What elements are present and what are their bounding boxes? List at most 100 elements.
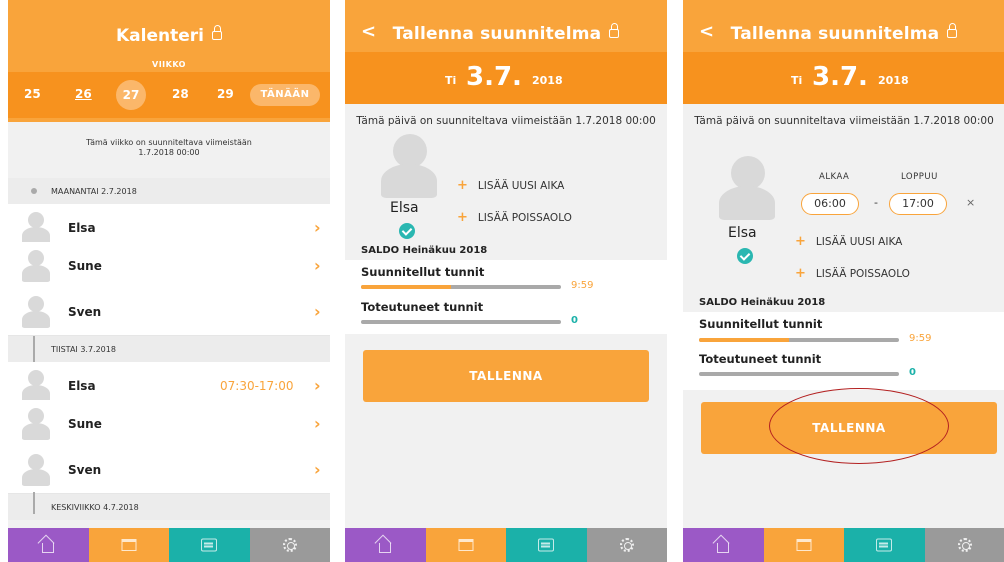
planned-hours-value: 9:59 bbox=[571, 280, 594, 291]
today-button[interactable]: TÄNÄÄN bbox=[250, 84, 320, 106]
nav-home[interactable] bbox=[8, 528, 89, 562]
chevron-right-icon: › bbox=[314, 256, 321, 275]
page-title: Tallenna suunnitelma bbox=[345, 22, 667, 44]
avatar bbox=[22, 454, 50, 486]
time-separator: - bbox=[874, 196, 878, 209]
actual-hours-label: Toteutuneet tunnit bbox=[699, 352, 822, 366]
nav-settings[interactable] bbox=[249, 528, 330, 562]
save-button[interactable]: TALLENNA bbox=[363, 350, 649, 402]
start-label: ALKAA bbox=[819, 172, 850, 182]
planned-hours-fill bbox=[699, 338, 789, 342]
message-icon bbox=[201, 538, 218, 552]
day-header: MAANANTAI 2.7.2018 bbox=[8, 178, 330, 204]
calendar-icon bbox=[121, 539, 137, 551]
avatar bbox=[381, 134, 437, 198]
nav-messages[interactable] bbox=[844, 528, 925, 562]
start-time-input[interactable]: 06:00 bbox=[801, 193, 859, 215]
gear-icon bbox=[282, 538, 297, 552]
year: 2018 bbox=[878, 74, 909, 87]
weekday: Ti bbox=[445, 74, 457, 87]
actual-hours-label: Toteutuneet tunnit bbox=[361, 300, 484, 314]
nav-messages[interactable] bbox=[169, 528, 250, 562]
add-time-button[interactable]: + LISÄÄ UUSI AIKA bbox=[457, 178, 564, 193]
planned-hours-bar bbox=[699, 338, 899, 342]
employee-name: Elsa bbox=[728, 225, 757, 241]
employee-name: Sven bbox=[68, 305, 102, 319]
shift-time: 07:30-17:00 bbox=[220, 379, 294, 393]
week-day-27[interactable]: 27 bbox=[116, 80, 146, 110]
nav-calendar[interactable] bbox=[425, 528, 506, 562]
plus-icon: + bbox=[457, 178, 468, 193]
saldo-title: SALDO Heinäkuu 2018 bbox=[699, 297, 826, 308]
home-icon bbox=[379, 543, 392, 554]
remove-time-button[interactable]: × bbox=[966, 196, 975, 209]
chevron-right-icon: › bbox=[314, 460, 321, 479]
avatar bbox=[719, 156, 775, 220]
save-button-highlight bbox=[769, 388, 949, 464]
bottom-nav bbox=[683, 528, 1004, 562]
calendar-header: Kalenteri VIIKKO 25 26 27 28 29 TÄNÄÄN bbox=[8, 0, 330, 122]
chevron-right-icon: › bbox=[314, 376, 321, 395]
employee-name: Sune bbox=[68, 417, 102, 431]
avatar bbox=[22, 296, 50, 328]
actual-hours-value: 0 bbox=[909, 367, 916, 378]
employee-name: Elsa bbox=[390, 200, 419, 216]
nav-calendar[interactable] bbox=[88, 528, 169, 562]
check-icon bbox=[737, 248, 753, 264]
week-day-28[interactable]: 28 bbox=[172, 87, 189, 101]
actual-hours-bar bbox=[361, 320, 561, 324]
check-icon bbox=[399, 223, 415, 239]
message-icon bbox=[538, 538, 555, 552]
deadline-notice: Tämä päivä on suunniteltava viimeistään … bbox=[356, 115, 656, 127]
balance-card: Suunnitellut tunnit 9:59 Toteutuneet tun… bbox=[345, 260, 667, 334]
list-item[interactable]: Sven › bbox=[8, 288, 330, 336]
planned-hours-label: Suunnitellut tunnit bbox=[361, 265, 485, 279]
date: 3.7. bbox=[466, 62, 522, 92]
nav-settings[interactable] bbox=[586, 528, 667, 562]
add-absence-button[interactable]: + LISÄÄ POISSAOLO bbox=[795, 266, 910, 281]
week-day-25[interactable]: 25 bbox=[24, 87, 41, 101]
week-day-29[interactable]: 29 bbox=[217, 87, 234, 101]
day-header: KESKIVIIKKO 4.7.2018 bbox=[8, 494, 330, 520]
planned-hours-fill bbox=[361, 285, 451, 289]
employee-name: Elsa bbox=[68, 221, 96, 235]
date-bar: Ti 3.7. 2018 bbox=[683, 52, 1004, 104]
date: 3.7. bbox=[812, 62, 868, 92]
calendar-screen: Kalenteri VIIKKO 25 26 27 28 29 TÄNÄÄN T… bbox=[8, 0, 330, 562]
actual-hours-value: 0 bbox=[571, 315, 578, 326]
add-absence-button[interactable]: + LISÄÄ POISSAOLO bbox=[457, 210, 572, 225]
timeline-line bbox=[33, 336, 35, 362]
planned-hours-bar bbox=[361, 285, 561, 289]
nav-settings[interactable] bbox=[924, 528, 1004, 562]
balance-card: Suunnitellut tunnit 9:59 Toteutuneet tun… bbox=[683, 312, 1004, 390]
nav-calendar[interactable] bbox=[763, 528, 844, 562]
gear-icon bbox=[957, 538, 972, 552]
nav-home[interactable] bbox=[683, 528, 764, 562]
list-item[interactable]: Sune › bbox=[8, 400, 330, 448]
weekday: Ti bbox=[791, 74, 803, 87]
avatar bbox=[22, 212, 50, 244]
message-icon bbox=[876, 538, 893, 552]
plus-icon: + bbox=[795, 234, 806, 249]
gear-icon bbox=[619, 538, 634, 552]
list-item[interactable]: Sven › bbox=[8, 446, 330, 494]
bottom-nav bbox=[345, 528, 667, 562]
actual-hours-bar bbox=[699, 372, 899, 376]
chevron-right-icon: › bbox=[314, 414, 321, 433]
end-time-input[interactable]: 17:00 bbox=[889, 193, 947, 215]
nav-home[interactable] bbox=[345, 528, 426, 562]
year: 2018 bbox=[532, 74, 563, 87]
week-label: VIIKKO bbox=[152, 60, 186, 69]
end-label: LOPPUU bbox=[901, 172, 938, 182]
week-day-26[interactable]: 26 bbox=[75, 87, 92, 101]
nav-messages[interactable] bbox=[506, 528, 587, 562]
bottom-nav bbox=[8, 528, 330, 562]
list-item[interactable]: Sune › bbox=[8, 242, 330, 290]
save-plan-screen: < Tallenna suunnitelma Ti 3.7. 2018 Tämä… bbox=[345, 0, 667, 562]
lock-icon bbox=[609, 22, 620, 38]
add-time-button[interactable]: + LISÄÄ UUSI AIKA bbox=[795, 234, 902, 249]
timeline-line bbox=[33, 492, 35, 514]
page-title: Tallenna suunnitelma bbox=[683, 22, 1004, 44]
date-bar: Ti 3.7. 2018 bbox=[345, 52, 667, 104]
timeline-dot bbox=[31, 188, 37, 194]
